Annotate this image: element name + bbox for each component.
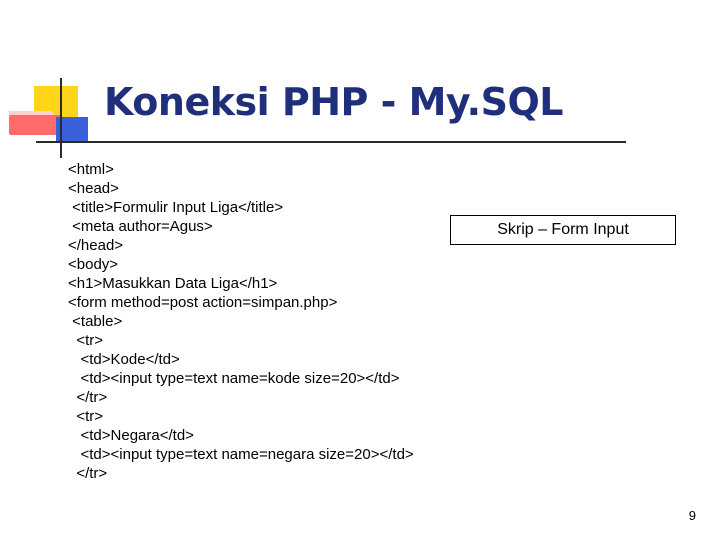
callout-box: Skrip – Form Input xyxy=(450,215,676,245)
code-block: <html> <head> <title>Formulir Input Liga… xyxy=(68,160,414,483)
code-line: </tr> xyxy=(68,465,108,482)
code-line: <head> xyxy=(68,180,119,197)
code-line: <title>Formulir Input Liga</title> xyxy=(68,199,284,216)
slide-title: Koneksi PHP - My.SQL xyxy=(104,80,564,124)
callout-label: Skrip – Form Input xyxy=(497,221,629,238)
code-line: <body> xyxy=(68,256,119,273)
code-line: <table> xyxy=(68,313,123,330)
title-underline xyxy=(36,141,626,143)
code-line: <td>Negara</td> xyxy=(68,427,194,444)
decor-red-square xyxy=(9,115,61,135)
code-line: <meta author=Agus> xyxy=(68,218,213,235)
code-line: <tr> xyxy=(68,408,104,425)
page-number: 9 xyxy=(688,508,696,523)
code-line: </tr> xyxy=(68,389,108,406)
code-line: <h1>Masukkan Data Liga</h1> xyxy=(68,275,278,292)
code-line: <td><input type=text name=kode size=20><… xyxy=(68,370,400,387)
code-line: <td><input type=text name=negara size=20… xyxy=(68,446,414,463)
code-line: <html> xyxy=(68,161,114,178)
code-line: </head> xyxy=(68,237,124,254)
code-line: <td>Kode</td> xyxy=(68,351,180,368)
code-line: <tr> xyxy=(68,332,104,349)
code-line: <form method=post action=simpan.php> xyxy=(68,294,338,311)
decor-vertical-line xyxy=(60,78,62,158)
